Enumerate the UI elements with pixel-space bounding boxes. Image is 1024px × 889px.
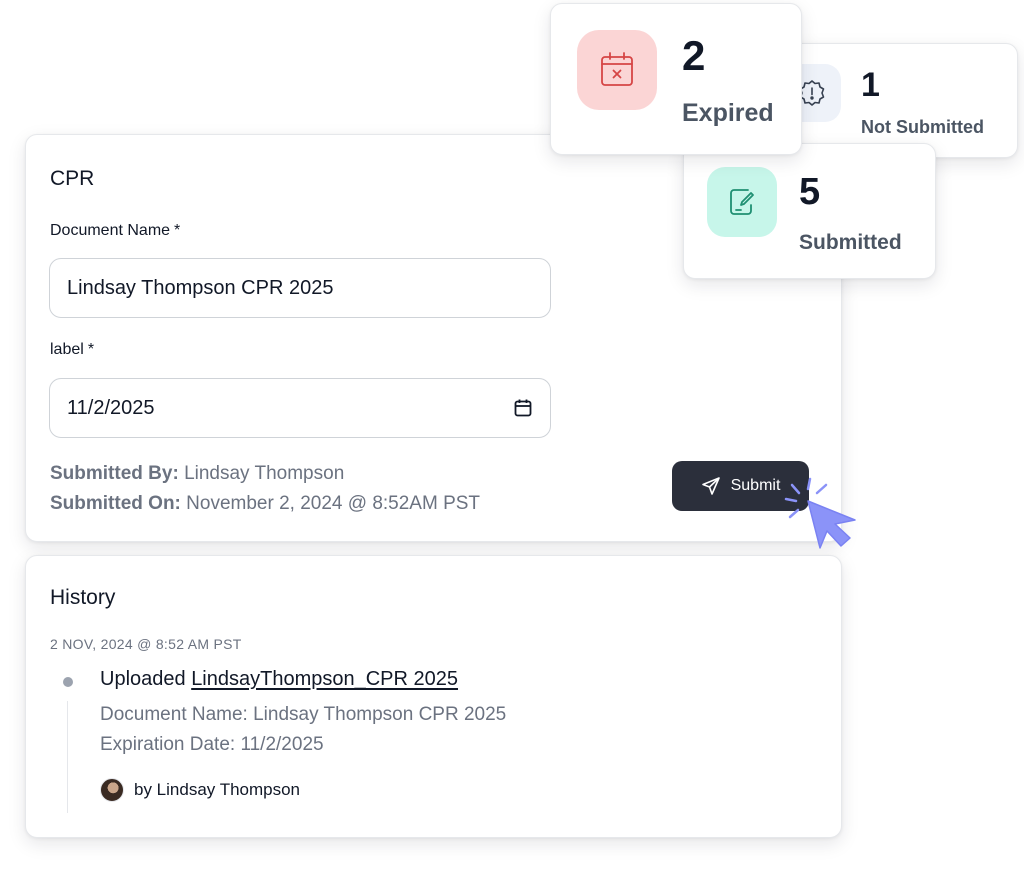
date-value: 11/2/2025: [67, 396, 155, 419]
document-name-label: Document Name *: [50, 222, 180, 240]
not-submitted-stat-card[interactable]: 1 Not Submitted: [770, 43, 1018, 158]
submit-button[interactable]: Submit: [672, 461, 809, 511]
history-title: History: [50, 586, 116, 609]
submitted-by-value: Lindsay Thompson: [184, 463, 345, 484]
history-author-name: by Lindsay Thompson: [134, 780, 301, 799]
form-title: CPR: [50, 167, 95, 190]
submitted-stat-card[interactable]: 5 Submitted: [683, 143, 936, 279]
history-expiration-date: Expiration Date: 11/2/2025: [100, 734, 324, 755]
timeline-line: [67, 701, 68, 813]
submitted-count: 5: [799, 171, 821, 213]
history-entry-title: Uploaded LindsayThompson_CPR 2025: [100, 668, 458, 691]
document-name-input[interactable]: Lindsay Thompson CPR 2025: [49, 258, 551, 318]
not-submitted-count: 1: [861, 66, 880, 104]
document-name-label-text: Document Name: [50, 222, 171, 239]
expired-stat-card[interactable]: 2 Expired: [550, 3, 802, 155]
expired-count: 2: [682, 32, 706, 79]
document-name-value: Lindsay Thompson CPR 2025: [67, 276, 334, 299]
submit-label: Submit: [730, 477, 781, 494]
avatar: [100, 778, 124, 802]
date-input[interactable]: 11/2/2025: [49, 378, 551, 438]
not-submitted-label: Not Submitted: [861, 117, 984, 137]
calendar-icon[interactable]: [513, 398, 533, 418]
date-label: label *: [50, 341, 94, 359]
history-document-name: Document Name: Lindsay Thompson CPR 2025: [100, 704, 507, 725]
document-edit-icon: [707, 167, 777, 237]
submitted-by-line: Submitted By: Lindsay Thompson: [50, 463, 344, 485]
submitted-by-label: Submitted By:: [50, 463, 179, 484]
history-card: History 2 NOV, 2024 @ 8:52 AM PST Upload…: [25, 555, 842, 838]
submitted-on-line: Submitted On: November 2, 2024 @ 8:52AM …: [50, 493, 480, 515]
timeline-dot: [63, 677, 73, 687]
required-marker: *: [174, 222, 181, 239]
submitted-on-value: November 2, 2024 @ 8:52AM PST: [186, 493, 481, 514]
history-action: Uploaded: [100, 668, 186, 690]
date-label-text: label: [50, 341, 84, 358]
submitted-label: Submitted: [799, 231, 902, 254]
calendar-x-icon: [577, 30, 657, 110]
history-date: 2 NOV, 2024 @ 8:52 AM PST: [50, 636, 242, 652]
uploaded-file-link[interactable]: LindsayThompson_CPR 2025: [191, 668, 458, 690]
history-author: by Lindsay Thompson: [100, 778, 300, 802]
send-icon: [701, 476, 721, 496]
expired-label: Expired: [682, 99, 774, 127]
submitted-on-label: Submitted On:: [50, 493, 181, 514]
required-marker: *: [87, 341, 95, 358]
